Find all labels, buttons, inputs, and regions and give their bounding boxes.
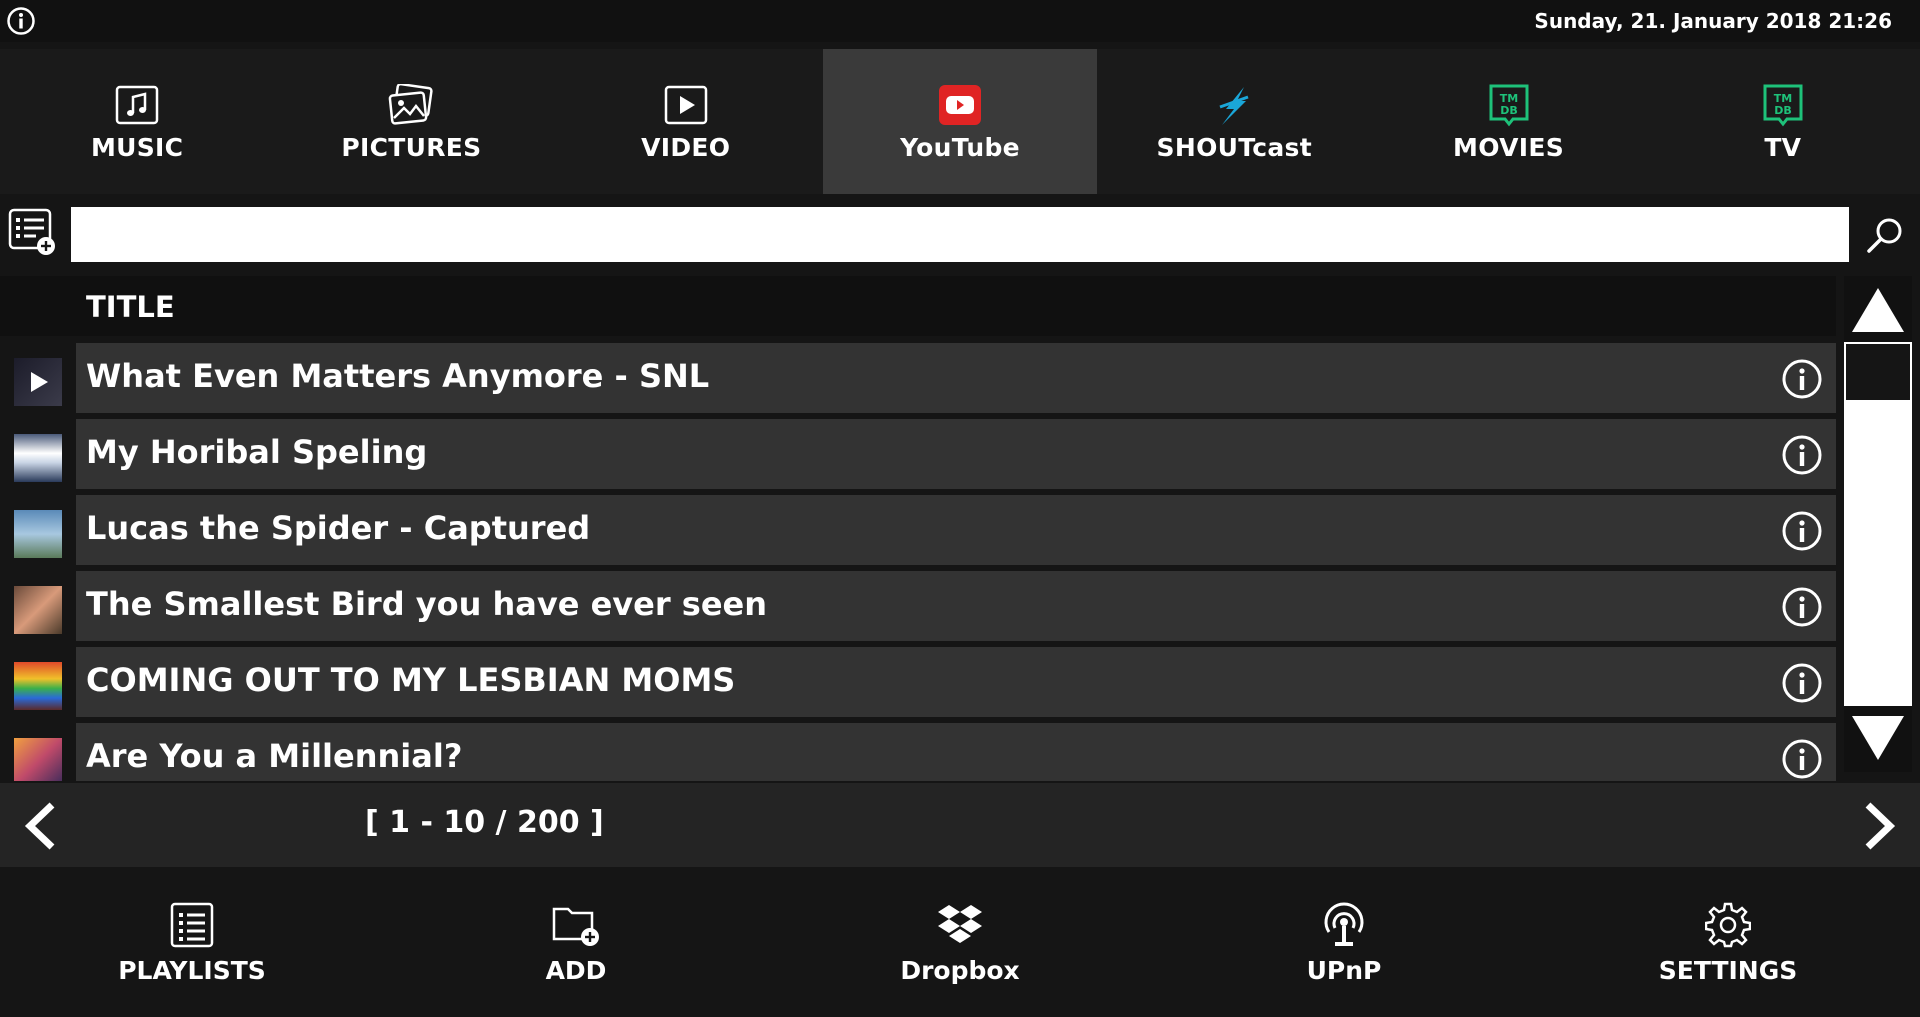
upnp-icon <box>1319 900 1369 950</box>
playlists-label: PLAYLISTS <box>118 955 266 985</box>
dropbox-button[interactable]: Dropbox <box>768 867 1152 1017</box>
scroll-down-button[interactable] <box>1844 706 1912 772</box>
video-thumbnail <box>14 662 62 710</box>
info-icon[interactable] <box>1781 662 1823 704</box>
video-list: What Even Matters Anymore - SNL My Horib… <box>0 343 1836 781</box>
settings-label: SETTINGS <box>1658 955 1798 985</box>
video-thumbnail <box>14 586 62 634</box>
add-label: ADD <box>545 955 607 985</box>
info-icon[interactable] <box>1781 434 1823 476</box>
video-title: Lucas the Spider - Captured <box>86 509 591 547</box>
info-icon[interactable] <box>1781 738 1823 780</box>
search-row <box>0 202 1920 266</box>
tmdb-icon: TM DB <box>1485 81 1533 129</box>
list-item[interactable]: COMING OUT TO MY LESBIAN MOMS <box>0 647 1836 717</box>
page-range: [ 1 - 10 / 200 ] <box>365 805 604 840</box>
info-icon[interactable] <box>1781 510 1823 552</box>
tab-shoutcast[interactable]: SHOUTcast <box>1097 49 1371 194</box>
music-icon <box>113 81 161 129</box>
list-header: TITLE <box>0 276 1836 336</box>
list-item[interactable]: My Horibal Speling <box>0 419 1836 489</box>
info-icon[interactable] <box>1781 586 1823 628</box>
list-item[interactable]: What Even Matters Anymore - SNL <box>0 343 1836 413</box>
bottom-toolbar: PLAYLISTS ADD Dropbox UPnP SETTINGS <box>0 867 1920 1017</box>
video-icon <box>662 81 710 129</box>
settings-button[interactable]: SETTINGS <box>1536 867 1920 1017</box>
pagination-bar: [ 1 - 10 / 200 ] <box>0 783 1920 867</box>
playlist-icon <box>167 900 217 950</box>
datetime: Sunday, 21. January 2018 21:26 <box>1534 9 1892 33</box>
scrollbar[interactable] <box>1844 276 1912 772</box>
tab-tv[interactable]: TM DB TV <box>1646 49 1920 194</box>
add-folder-icon <box>551 900 601 950</box>
tab-pictures[interactable]: PICTURES <box>274 49 548 194</box>
chevron-left-icon[interactable] <box>18 801 64 851</box>
pictures-icon <box>387 81 435 129</box>
scroll-up-button[interactable] <box>1844 276 1912 342</box>
tab-label: SHOUTcast <box>1156 133 1312 162</box>
tab-video[interactable]: VIDEO <box>549 49 823 194</box>
status-bar: Sunday, 21. January 2018 21:26 <box>0 0 1920 42</box>
tab-label: YouTube <box>900 133 1020 162</box>
info-icon[interactable] <box>6 6 36 36</box>
playlist-add-icon[interactable] <box>6 206 62 262</box>
tmdb-icon: TM DB <box>1759 81 1807 129</box>
video-thumbnail <box>14 510 62 558</box>
video-title: Are You a Millennial? <box>86 737 463 775</box>
tab-label: TV <box>1764 133 1802 162</box>
shoutcast-icon <box>1210 81 1258 129</box>
tab-music[interactable]: MUSIC <box>0 49 274 194</box>
youtube-icon <box>936 81 984 129</box>
tab-label: MOVIES <box>1453 133 1565 162</box>
category-tabs: MUSIC PICTURES VIDEO YouTube SHOUTcast T… <box>0 49 1920 194</box>
upnp-button[interactable]: UPnP <box>1152 867 1536 1017</box>
chevron-right-icon[interactable] <box>1856 801 1902 851</box>
dropbox-label: Dropbox <box>900 955 1020 985</box>
search-icon[interactable] <box>1862 212 1908 258</box>
search-input[interactable] <box>71 207 1849 262</box>
tab-youtube[interactable]: YouTube <box>822 49 1098 194</box>
column-title[interactable]: TITLE <box>86 290 175 324</box>
video-thumbnail <box>14 358 62 406</box>
gear-icon <box>1703 900 1753 950</box>
tab-label: VIDEO <box>641 133 731 162</box>
tmdb-text: DB <box>1774 104 1792 117</box>
video-title: The Smallest Bird you have ever seen <box>86 585 768 623</box>
scroll-thumb[interactable] <box>1846 344 1910 400</box>
list-item[interactable]: The Smallest Bird you have ever seen <box>0 571 1836 641</box>
video-title: COMING OUT TO MY LESBIAN MOMS <box>86 661 736 699</box>
info-icon[interactable] <box>1781 358 1823 400</box>
video-title: What Even Matters Anymore - SNL <box>86 357 710 395</box>
tmdb-text: DB <box>1500 104 1518 117</box>
video-title: My Horibal Speling <box>86 433 428 471</box>
video-thumbnail <box>14 434 62 482</box>
tab-movies[interactable]: TM DB MOVIES <box>1371 49 1645 194</box>
playlists-button[interactable]: PLAYLISTS <box>0 867 384 1017</box>
list-item[interactable]: Are You a Millennial? <box>0 723 1836 781</box>
tab-label: MUSIC <box>90 133 184 162</box>
upnp-label: UPnP <box>1306 955 1382 985</box>
video-thumbnail <box>14 738 62 781</box>
tab-label: PICTURES <box>341 133 482 162</box>
add-button[interactable]: ADD <box>384 867 768 1017</box>
dropbox-icon <box>935 900 985 950</box>
list-item[interactable]: Lucas the Spider - Captured <box>0 495 1836 565</box>
